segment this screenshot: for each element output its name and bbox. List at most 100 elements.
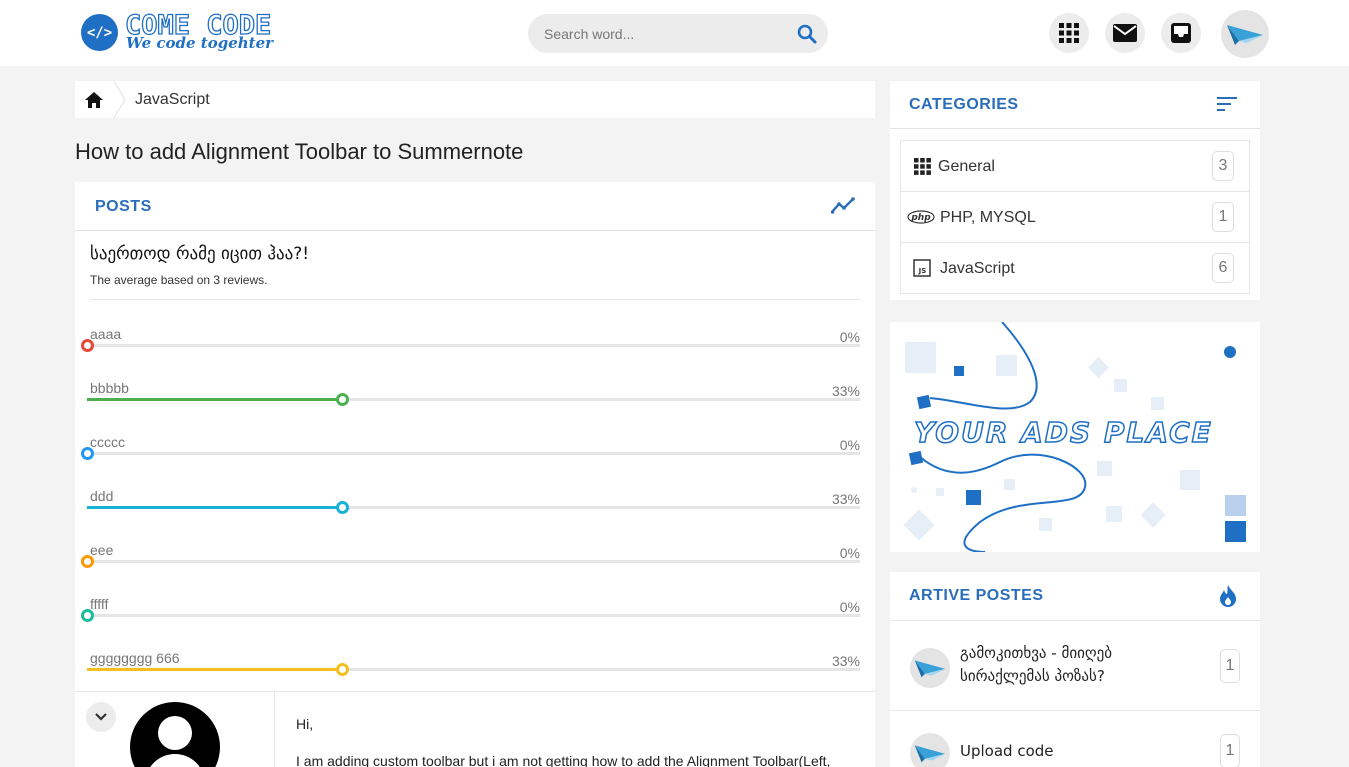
poll-option[interactable]: gggggggg 666 33% [87, 650, 863, 690]
poll-option-label: fffff [90, 596, 109, 612]
poll-option-track [81, 339, 860, 352]
poll-option-track [87, 663, 860, 676]
ads-banner[interactable]: YOUR ADS PLACE [890, 322, 1260, 552]
breadcrumb: JavaScript [75, 81, 875, 118]
search-icon[interactable] [796, 23, 818, 45]
posts-panel: POSTS საერთოდ რამე იცით ჰაა?! The averag… [75, 182, 875, 767]
poll-option-label: aaaa [90, 326, 122, 342]
post-avatar [910, 648, 950, 688]
trending-icon [830, 196, 855, 221]
inbox-icon[interactable] [1161, 13, 1201, 53]
post-author-column [75, 692, 275, 767]
active-posts-header: ARTIVE POSTES [890, 572, 1260, 621]
poll-subtitle: The average based on 3 reviews. [90, 273, 268, 287]
fire-icon [1219, 585, 1237, 612]
poll-option-marker [81, 555, 94, 568]
category-count: 3 [1212, 151, 1234, 181]
poll-option-percent: 0% [839, 599, 860, 615]
categories-panel: CATEGORIES General 3 php PHP, MYSQL 1 JS… [890, 81, 1260, 300]
post-entry: Hi, I am adding custom toolbar but i am … [75, 691, 875, 767]
active-post-item[interactable]: გამოკითხვა - მიიღებ სირაქლემას პოზას? 1 [890, 620, 1260, 710]
active-posts-heading: ARTIVE POSTES [909, 587, 1044, 604]
category-item-general[interactable]: General 3 [901, 141, 1249, 192]
active-post-count: 1 [1220, 734, 1240, 767]
poll-divider [90, 299, 860, 300]
post-body: I am adding custom toolbar but i am not … [296, 753, 831, 767]
category-item-php-mysql[interactable]: php PHP, MYSQL 1 [901, 192, 1249, 243]
search-input[interactable] [528, 14, 778, 53]
author-avatar[interactable] [130, 702, 220, 767]
posts-heading: POSTS [95, 198, 152, 215]
categories-header: CATEGORIES [890, 81, 1260, 129]
poll-option-track [81, 447, 860, 460]
active-post-title: გამოკითხვა - მიიღებ სირაქლემას პოზას? [960, 644, 1113, 685]
poll-option-track [81, 609, 860, 622]
poll-option-label: ccccc [90, 434, 125, 450]
poll-option-percent: 33% [831, 383, 860, 399]
poll-option-percent: 33% [831, 653, 860, 669]
grid-icon [911, 157, 933, 175]
svg-text:php: php [910, 213, 931, 223]
post-avatar [910, 733, 950, 767]
poll-option-fill [87, 668, 342, 671]
poll-option[interactable]: bbbbb 33% [87, 380, 863, 420]
active-post-item[interactable]: Upload code 1 [890, 710, 1260, 767]
category-item-javascript[interactable]: JS JavaScript 6 [901, 243, 1249, 294]
category-label: JavaScript [940, 260, 1015, 277]
categories-heading: CATEGORIES [909, 96, 1019, 113]
user-avatar[interactable] [1221, 10, 1269, 58]
breadcrumb-item-javascript[interactable]: JavaScript [135, 91, 210, 109]
category-count: 6 [1212, 253, 1234, 283]
poll-question: საერთოდ რამე იცით ჰაა?! [90, 244, 310, 264]
top-header: </> COME CODE We code togehter [0, 0, 1349, 66]
poll-option-marker [81, 339, 94, 352]
js-icon: JS [911, 259, 933, 277]
poll-option-percent: 0% [839, 545, 860, 561]
category-label: PHP, MYSQL [940, 209, 1036, 226]
home-icon[interactable] [75, 81, 113, 118]
active-post-title: Upload code [960, 742, 1054, 760]
post-greeting: Hi, [296, 716, 314, 732]
poll-option-percent: 33% [831, 491, 860, 507]
posts-header: POSTS [75, 182, 875, 231]
poll-option[interactable]: eee 0% [81, 542, 863, 582]
poll-option-marker [336, 393, 349, 406]
sort-icon[interactable] [1217, 97, 1237, 116]
mail-icon[interactable] [1105, 13, 1145, 53]
page-title: How to add Alignment Toolbar to Summerno… [75, 139, 524, 164]
php-icon: php [907, 208, 935, 226]
poll-option-label: ddd [90, 488, 114, 504]
active-posts-panel: ARTIVE POSTES გამოკითხვა - მიიღებ სირაქლ… [890, 572, 1260, 767]
poll-option-label: bbbbb [90, 380, 129, 396]
poll-option-fill [87, 506, 342, 509]
category-label: General [938, 158, 995, 175]
poll-option[interactable]: aaaa 0% [81, 326, 863, 366]
poll-option[interactable]: fffff 0% [81, 596, 863, 636]
poll-option-percent: 0% [839, 329, 860, 345]
code-brackets-icon: </> [81, 14, 118, 51]
poll-option-marker [81, 609, 94, 622]
site-logo[interactable]: </> COME CODE We code togehter [81, 9, 301, 56]
poll-option[interactable]: ddd 33% [87, 488, 863, 528]
poll-option-marker [336, 663, 349, 676]
category-list: General 3 php PHP, MYSQL 1 JS JavaScript… [900, 140, 1250, 294]
svg-text:JS: JS [918, 267, 927, 275]
category-count: 1 [1212, 202, 1234, 232]
ads-text: YOUR ADS PLACE [913, 415, 1213, 450]
breadcrumb-separator [113, 81, 126, 118]
poll-option-track [81, 555, 860, 568]
poll-option-track [87, 501, 860, 514]
active-post-count: 1 [1220, 649, 1240, 683]
poll-option-percent: 0% [839, 437, 860, 453]
apps-grid-icon[interactable] [1049, 13, 1089, 53]
poll-option[interactable]: ccccc 0% [81, 434, 863, 474]
poll-option-fill [87, 398, 342, 401]
chevron-down-icon[interactable] [86, 702, 116, 732]
poll-option-track [87, 393, 860, 406]
poll-option-label: eee [90, 542, 114, 558]
poll-option-marker [336, 501, 349, 514]
poll-option-label: gggggggg 666 [90, 650, 180, 666]
search-bar [528, 14, 828, 53]
poll-option-marker [81, 447, 94, 460]
logo-tagline: We code togehter [126, 34, 274, 52]
